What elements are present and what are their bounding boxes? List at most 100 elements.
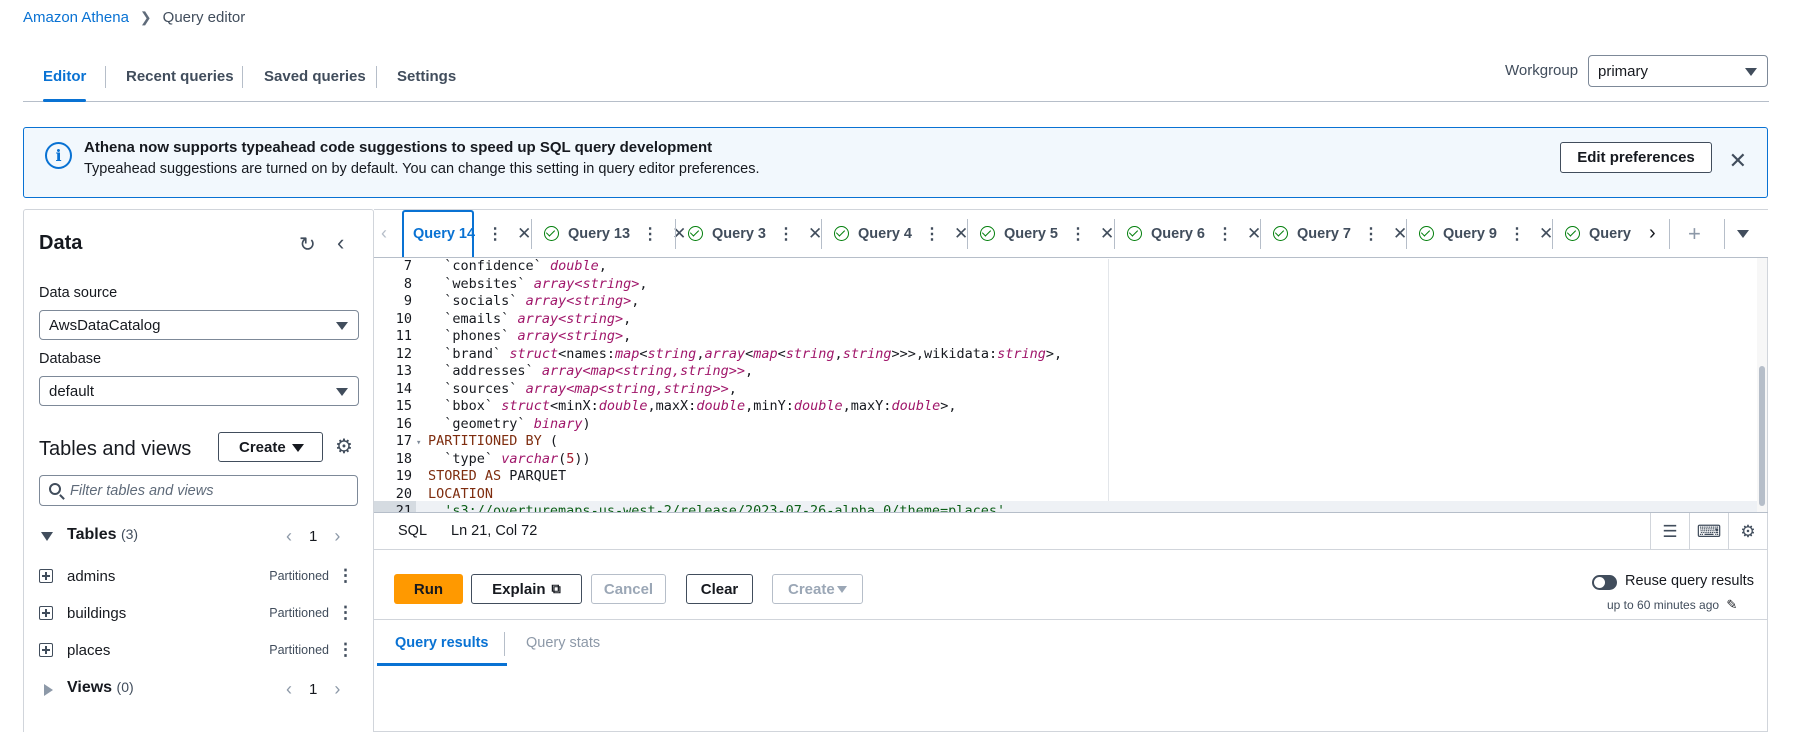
more-actions-icon[interactable]: ⋮: [642, 224, 658, 244]
views-section-title[interactable]: Views (0): [67, 679, 134, 697]
chevron-right-icon[interactable]: ›: [334, 679, 340, 700]
clear-button[interactable]: Clear: [686, 574, 753, 604]
tab-saved-queries[interactable]: Saved queries: [264, 52, 366, 101]
success-check-icon: [544, 226, 559, 241]
tabs-scroll-left-icon[interactable]: ‹: [381, 210, 387, 257]
more-actions-icon[interactable]: ⋮: [778, 224, 794, 244]
data-panel-title: Data: [39, 232, 83, 254]
views-title: Views: [67, 679, 113, 696]
more-actions-icon[interactable]: ⋮: [924, 224, 940, 244]
tables-pagination: ‹ 1 ›: [286, 526, 340, 547]
reuse-results-toggle[interactable]: [1592, 575, 1617, 590]
chevron-left-icon[interactable]: ‹: [286, 679, 292, 700]
tab-query-results[interactable]: Query results: [377, 620, 506, 666]
more-actions-icon[interactable]: ⋮: [1509, 224, 1525, 244]
query-actions: Run Explain ⧉ Cancel Clear Create Reuse …: [374, 550, 1768, 620]
search-icon: [49, 483, 61, 495]
views-page-number[interactable]: 1: [309, 681, 317, 698]
close-icon[interactable]: ✕: [1100, 224, 1114, 244]
expand-plus-icon[interactable]: [39, 606, 53, 620]
partitioned-badge: Partitioned: [269, 643, 329, 657]
tab-divider: [1669, 219, 1670, 249]
collapse-chevron-left-icon[interactable]: ‹: [337, 230, 344, 256]
tables-page-number[interactable]: 1: [309, 528, 317, 545]
query-tab[interactable]: Query: [1565, 210, 1645, 257]
query-tab[interactable]: Query 6 ⋮ ✕: [1127, 210, 1261, 257]
editor-scrollbar[interactable]: [1757, 258, 1767, 512]
data-panel: Data ↻ ‹ Data source AwsDataCatalog Data…: [23, 209, 374, 732]
query-tab[interactable]: Query 5 ⋮ ✕: [980, 210, 1114, 257]
query-tab-label: Query 13: [568, 225, 631, 242]
tables-and-views-title: Tables and views: [39, 438, 192, 460]
database-select[interactable]: default: [39, 376, 359, 406]
tab-recent-queries[interactable]: Recent queries: [126, 52, 234, 101]
tabs-menu-caret-icon[interactable]: [1737, 230, 1749, 238]
success-check-icon: [688, 226, 703, 241]
table-row[interactable]: places Partitioned ⋮: [39, 635, 359, 665]
tab-divider: [242, 66, 243, 88]
add-tab-plus-icon[interactable]: +: [1688, 210, 1701, 257]
create-button[interactable]: Create: [772, 574, 863, 604]
caret-down-icon: [837, 586, 847, 593]
expand-plus-icon[interactable]: [39, 643, 53, 657]
data-source-select[interactable]: AwsDataCatalog: [39, 310, 359, 340]
tables-count: (3): [120, 526, 139, 542]
more-actions-icon[interactable]: ⋮: [337, 603, 354, 623]
create-dropdown-button[interactable]: Create: [218, 432, 323, 462]
format-indent-icon[interactable]: ☰: [1650, 513, 1689, 550]
gear-icon[interactable]: ⚙: [1728, 513, 1767, 550]
query-tab[interactable]: Query 3 ⋮ ✕: [688, 210, 822, 257]
run-button[interactable]: Run: [394, 574, 463, 604]
partitioned-badge: Partitioned: [269, 606, 329, 620]
close-icon[interactable]: ✕: [1729, 148, 1747, 174]
expand-plus-icon[interactable]: [39, 569, 53, 583]
cancel-button[interactable]: Cancel: [591, 574, 666, 604]
query-tab[interactable]: Query 13 ⋮ ✕: [544, 210, 686, 257]
query-tab[interactable]: Query 4 ⋮ ✕: [834, 210, 968, 257]
filter-tables-input[interactable]: Filter tables and views: [39, 475, 358, 506]
more-actions-icon[interactable]: ⋮: [1217, 224, 1233, 244]
code-line[interactable]: 21 's3://overturemaps-us-west-2/release/…: [374, 501, 1758, 512]
explain-button[interactable]: Explain ⧉: [471, 574, 582, 604]
tab-editor[interactable]: Editor: [43, 52, 87, 102]
tab-query-stats[interactable]: Query stats: [526, 620, 600, 665]
gear-icon[interactable]: ⚙: [335, 434, 353, 459]
query-tab[interactable]: Query 7 ⋮ ✕: [1273, 210, 1407, 257]
breadcrumb: Amazon Athena ❯ Query editor: [23, 9, 245, 26]
tables-section-title[interactable]: Tables (3): [67, 526, 138, 544]
filter-placeholder: Filter tables and views: [70, 482, 214, 499]
more-actions-icon[interactable]: ⋮: [1070, 224, 1086, 244]
caret-down-icon: [292, 444, 304, 452]
more-actions-icon[interactable]: ⋮: [337, 566, 354, 586]
more-actions-icon[interactable]: ⋮: [337, 640, 354, 660]
query-tab-label: Query 3: [712, 225, 766, 242]
caret-down-icon[interactable]: [41, 532, 53, 541]
more-actions-icon[interactable]: ⋮: [487, 224, 503, 244]
keyboard-icon[interactable]: ⌨: [1689, 513, 1728, 550]
code-text: PARTITIONED BY (: [428, 433, 559, 449]
tabs-scroll-right-icon[interactable]: ›: [1649, 210, 1656, 257]
caret-right-icon[interactable]: [44, 684, 53, 696]
tab-settings[interactable]: Settings: [397, 52, 456, 101]
table-name[interactable]: admins: [67, 568, 115, 585]
caret-down-icon: [1745, 68, 1757, 76]
chevron-right-icon[interactable]: ›: [334, 526, 340, 547]
table-row[interactable]: admins Partitioned ⋮: [39, 561, 359, 591]
close-icon[interactable]: ✕: [517, 224, 531, 244]
banner-title: Athena now supports typeahead code sugge…: [84, 139, 713, 156]
workgroup-select[interactable]: primary: [1588, 55, 1768, 87]
refresh-icon[interactable]: ↻: [299, 232, 316, 257]
table-name[interactable]: buildings: [67, 605, 126, 622]
edit-pencil-icon[interactable]: ✎: [1726, 597, 1737, 612]
table-row[interactable]: buildings Partitioned ⋮: [39, 598, 359, 628]
chevron-left-icon[interactable]: ‹: [286, 526, 292, 547]
edit-preferences-button[interactable]: Edit preferences: [1560, 142, 1712, 173]
breadcrumb-amazon-athena[interactable]: Amazon Athena: [23, 9, 129, 26]
query-tab[interactable]: Query 9 ⋮ ✕: [1419, 210, 1553, 257]
more-actions-icon[interactable]: ⋮: [1363, 224, 1379, 244]
tab-divider: [376, 66, 377, 88]
sql-code-editor[interactable]: 7 `confidence` double, 8 `websites` array…: [374, 259, 1758, 512]
query-tab-active[interactable]: Query 14 ⋮ ✕: [413, 210, 531, 257]
scrollbar-thumb[interactable]: [1759, 366, 1765, 506]
table-name[interactable]: places: [67, 642, 110, 659]
